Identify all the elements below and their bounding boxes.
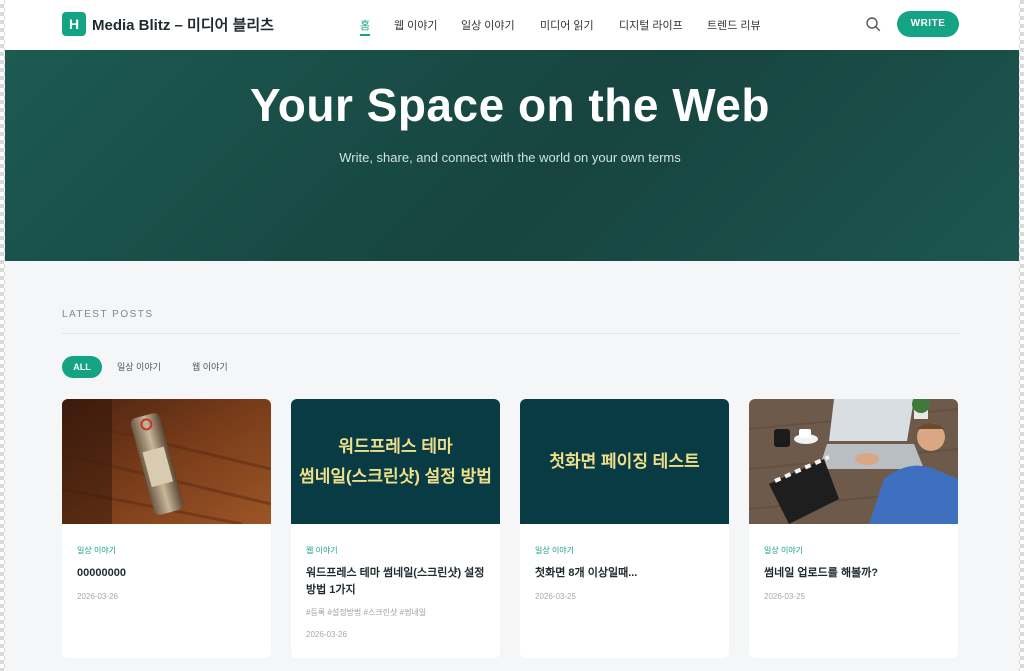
hero-title: Your Space on the Web <box>250 79 770 131</box>
divider <box>62 333 959 334</box>
post-card[interactable]: 첫화면 페이징 테스트 일상 이야기 첫화면 8개 이상일때... 2026-0… <box>520 399 729 658</box>
nav-active-indicator <box>360 34 370 36</box>
post-title[interactable]: 첫화면 8개 이상일때... <box>535 565 715 582</box>
post-thumbnail[interactable] <box>749 399 958 524</box>
filter-all[interactable]: ALL <box>62 356 102 378</box>
nav-item-trend-review[interactable]: 트렌드 리뷰 <box>707 17 761 33</box>
post-thumbnail[interactable]: 워드프레스 테마 썸네일(스크린샷) 설정 방법 <box>291 399 500 524</box>
filter-web-story[interactable]: 웹 이야기 <box>192 356 228 378</box>
post-category[interactable]: 일상 이야기 <box>535 545 574 556</box>
tumbler-photo-image <box>62 399 271 524</box>
post-date: 2026-03-26 <box>306 630 347 639</box>
post-tags[interactable]: #등록 #설정방법 #스크린샷 #썸네일 <box>306 607 426 618</box>
post-date: 2026-03-26 <box>77 592 118 601</box>
hero-subtitle: Write, share, and connect with the world… <box>339 150 681 165</box>
laptop-photo-image <box>749 399 958 524</box>
nav-item-home[interactable]: 홈 <box>360 17 370 33</box>
page: H Media Blitz – 미디어 블리츠 홈 웹 이야기 일상 이야기 미… <box>5 0 1019 671</box>
post-thumbnail[interactable] <box>62 399 271 524</box>
post-date: 2026-03-25 <box>764 592 805 601</box>
logo-icon[interactable]: H <box>62 12 86 36</box>
nav-item-web-story[interactable]: 웹 이야기 <box>394 17 438 33</box>
post-card[interactable]: 일상 이야기 썸네일 업로드를 해볼까? 2026-03-25 <box>749 399 958 658</box>
hero-banner: Your Space on the Web Write, share, and … <box>5 50 1019 261</box>
post-title[interactable]: 썸네일 업로드를 해볼까? <box>764 565 944 582</box>
nav-item-digital-life[interactable]: 디지털 라이프 <box>619 17 683 33</box>
write-button[interactable]: WRITE <box>897 11 959 37</box>
post-date: 2026-03-25 <box>535 592 576 601</box>
post-category[interactable]: 웹 이야기 <box>306 545 338 556</box>
post-category[interactable]: 일상 이야기 <box>77 545 116 556</box>
nav-item-daily-story[interactable]: 일상 이야기 <box>461 17 515 33</box>
thumbnail-text: 첫화면 페이징 테스트 <box>549 451 700 471</box>
site-header: H Media Blitz – 미디어 블리츠 홈 웹 이야기 일상 이야기 미… <box>5 0 1019 50</box>
site-title[interactable]: Media Blitz – 미디어 블리츠 <box>92 14 274 35</box>
post-card[interactable]: 워드프레스 테마 썸네일(스크린샷) 설정 방법 웹 이야기 워드프레스 테마 … <box>291 399 500 658</box>
thumbnail-text: 워드프레스 테마 썸네일(스크린샷) 설정 방법 <box>299 436 492 486</box>
filter-daily-story[interactable]: 일상 이야기 <box>117 356 161 378</box>
post-title[interactable]: 00000000 <box>77 565 257 582</box>
post-thumbnail[interactable]: 첫화면 페이징 테스트 <box>520 399 729 524</box>
section-label: LATEST POSTS <box>62 309 154 320</box>
post-card[interactable]: 일상 이야기 00000000 2026-03-26 <box>62 399 271 658</box>
post-title[interactable]: 워드프레스 테마 썸네일(스크린샷) 설정 방법 1가지 <box>306 565 486 599</box>
nav-item-media-read[interactable]: 미디어 읽기 <box>540 17 594 33</box>
post-category[interactable]: 일상 이야기 <box>764 545 803 556</box>
search-icon[interactable] <box>865 16 881 32</box>
